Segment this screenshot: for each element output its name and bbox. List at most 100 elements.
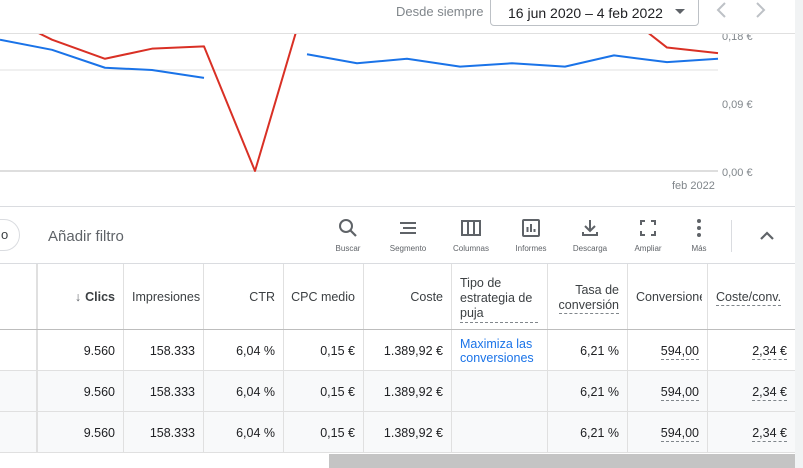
segment-label: Segmento [389, 244, 427, 253]
line-chart: 0,18 € 0,09 € 0,00 € feb 2022 [0, 34, 753, 192]
search-label: Buscar [335, 244, 361, 253]
table-header-row: ↓ Clics Impresiones CTR CPC medio Coste T… [0, 264, 795, 330]
header-ctr-label: CTR [249, 290, 275, 304]
download-label: Descarga [572, 244, 608, 253]
horizontal-scrollbar[interactable] [329, 454, 803, 468]
y-tick-top: 0,18 € [722, 34, 753, 43]
cell-cost-conv: 2,34 € [752, 426, 787, 442]
header-impressions[interactable]: Impresiones [124, 264, 204, 329]
cell-conv-rate: 6,21 % [580, 426, 619, 440]
segment-button[interactable]: Segmento [378, 217, 438, 261]
cell-cost: 1.389,92 € [383, 385, 443, 399]
header-bid-strategy[interactable]: Tipo de estrategia de puja [452, 264, 548, 329]
sort-down-icon: ↓ [74, 290, 82, 304]
cell-conversions: 594,00 [660, 344, 699, 360]
bid-strategy-link[interactable]: Maximiza las conversiones [460, 337, 534, 365]
search-button[interactable]: Buscar [318, 217, 378, 261]
header-conversions[interactable]: Conversione [628, 264, 708, 329]
header-bid-strategy-line1: Tipo de [460, 276, 502, 290]
series-line-1-segment-0 [0, 38, 205, 79]
date-range-picker[interactable]: 16 jun 2020 – 4 feb 2022 [490, 0, 699, 26]
table-row[interactable]: 9.560 158.333 6,04 % 0,15 € 1.389,92 € 6… [0, 412, 795, 453]
columns-icon [461, 220, 481, 236]
toolbar-divider [731, 220, 732, 252]
date-range-value: 16 jun 2020 – 4 feb 2022 [508, 5, 663, 21]
table-toolbar: o Añadir filtro Buscar Segmento Columnas… [0, 206, 795, 264]
header-conversions-label: Conversione [636, 290, 702, 304]
header-conv-rate[interactable]: Tasa de conversión [548, 264, 628, 329]
x-tick-label: feb 2022 [672, 180, 715, 192]
row-name-cell [0, 330, 38, 370]
filter-chip[interactable]: o [0, 219, 20, 251]
header-cpc-label: CPC medio [291, 290, 355, 304]
header-cost-conv-label: Coste/conv. [716, 290, 782, 306]
series-line-1-segment-1 [306, 53, 719, 68]
stats-table: ↓ Clics Impresiones CTR CPC medio Coste T… [0, 264, 795, 454]
reports-button[interactable]: Informes [501, 217, 561, 261]
row-name-cell [0, 371, 38, 411]
cell-cpc: 0,15 € [320, 385, 355, 399]
cell-conversions: 594,00 [660, 385, 699, 401]
cell-impressions: 158.333 [149, 385, 195, 399]
header-cpc[interactable]: CPC medio [284, 264, 364, 329]
cell-conversions: 594,00 [660, 426, 699, 442]
header-cost-conv[interactable]: Coste/conv. [708, 264, 795, 329]
header-cost[interactable]: Coste [364, 264, 452, 329]
header-clicks-label: Clics [85, 290, 115, 304]
cell-conv-rate: 6,21 % [580, 344, 619, 358]
bid-strategy-line2: conversiones [460, 351, 534, 365]
expand-icon [640, 220, 656, 236]
chevron-right-icon[interactable] [750, 0, 770, 20]
cell-cost-conv: 2,34 € [752, 385, 787, 401]
segment-icon [400, 222, 416, 234]
download-button[interactable]: Descarga [560, 217, 620, 261]
cell-cpc: 0,15 € [320, 426, 355, 440]
table-row[interactable]: 9.560 158.333 6,04 % 0,15 € 1.389,92 € M… [0, 330, 795, 371]
search-icon [339, 219, 357, 237]
row-name-cell [0, 412, 38, 452]
series-line-0-segment-0 [38, 34, 719, 172]
cell-ctr: 6,04 % [236, 385, 275, 399]
cell-clicks: 9.560 [83, 344, 115, 358]
more-label: Más [691, 244, 707, 253]
reports-label: Informes [515, 244, 547, 253]
more-icon [697, 219, 701, 237]
cell-conv-rate: 6,21 % [580, 385, 619, 399]
header-conv-rate-line2: conversión [558, 298, 619, 314]
cell-cost: 1.389,92 € [383, 344, 443, 358]
cell-impressions: 158.333 [149, 344, 195, 358]
cell-ctr: 6,04 % [236, 426, 275, 440]
cell-ctr: 6,04 % [236, 344, 275, 358]
bid-strategy-line1: Maximiza las [460, 337, 533, 351]
header-bid-strategy-line2: estrategia de [460, 291, 533, 305]
header-impressions-label: Impresiones [132, 290, 201, 304]
header-clicks[interactable]: ↓ Clics [43, 264, 124, 329]
cell-clicks: 9.560 [83, 385, 115, 399]
columns-label: Columnas [452, 244, 489, 253]
chevron-left-icon[interactable] [712, 0, 732, 20]
header-conv-rate-line1: Tasa de [575, 283, 619, 297]
caret-down-icon [675, 9, 685, 14]
columns-button[interactable]: Columnas [441, 217, 501, 261]
y-tick-mid: 0,09 € [722, 99, 753, 111]
cell-cpc: 0,15 € [320, 344, 355, 358]
more-button[interactable]: Más [669, 217, 729, 261]
top-bar: Desde siempre 16 jun 2020 – 4 feb 2022 [0, 0, 795, 34]
add-filter-button[interactable]: Añadir filtro [48, 228, 124, 245]
header-bid-strategy-line3: puja [460, 306, 538, 323]
table-row[interactable]: 9.560 158.333 6,04 % 0,15 € 1.389,92 € 6… [0, 371, 795, 412]
cell-cost: 1.389,92 € [383, 426, 443, 440]
download-icon [582, 220, 598, 236]
reports-icon [522, 219, 540, 237]
header-ctr[interactable]: CTR [204, 264, 284, 329]
date-range-label: Desde siempre [396, 4, 484, 19]
footer-area [0, 454, 329, 468]
vertical-scrollbar[interactable] [795, 0, 803, 468]
header-cost-label: Coste [410, 290, 443, 304]
cell-impressions: 158.333 [149, 426, 195, 440]
cell-clicks: 9.560 [83, 426, 115, 440]
y-tick-bottom: 0,00 € [722, 167, 753, 179]
cell-bid-strategy [452, 412, 548, 452]
cell-bid-strategy [452, 371, 548, 411]
chevron-up-icon[interactable] [756, 225, 778, 252]
